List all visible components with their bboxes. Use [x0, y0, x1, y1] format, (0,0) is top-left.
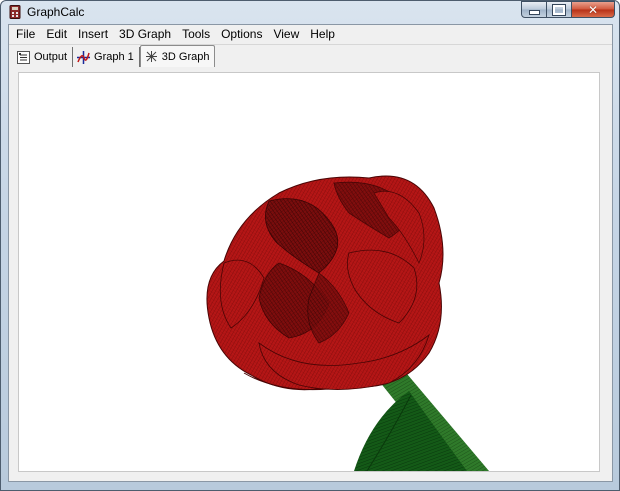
menu-edit[interactable]: Edit: [41, 25, 73, 44]
menu-options[interactable]: Options: [216, 25, 268, 44]
tab-output[interactable]: Output: [13, 47, 74, 67]
output-icon: [17, 50, 30, 64]
minimize-icon: [528, 10, 540, 15]
document-tabs: Output Graph 1 3D Graph: [9, 45, 612, 67]
graphcalc-app-icon: [9, 5, 21, 19]
minimize-button[interactable]: [521, 1, 547, 18]
maximize-icon: [552, 3, 566, 16]
graph-2d-icon: [77, 50, 91, 64]
tab-graph-1-label: Graph 1: [94, 51, 134, 63]
3d-graph-canvas[interactable]: [18, 72, 600, 472]
rose-bloom: [206, 175, 444, 391]
client-area: File Edit Insert 3D Graph Tools Options …: [8, 24, 613, 482]
close-button[interactable]: ✕: [572, 1, 615, 18]
menu-3d-graph[interactable]: 3D Graph: [114, 25, 177, 44]
tab-graph-1[interactable]: Graph 1: [73, 47, 140, 67]
rose-3d-plot: [206, 175, 489, 472]
window-title: GraphCalc: [27, 5, 85, 19]
menu-file[interactable]: File: [11, 25, 41, 44]
tab-3d-graph[interactable]: 3D Graph: [139, 45, 216, 67]
menu-insert[interactable]: Insert: [73, 25, 114, 44]
tab-3d-graph-label: 3D Graph: [161, 50, 210, 63]
window-controls: ✕: [521, 1, 615, 19]
menu-view[interactable]: View: [268, 25, 305, 44]
graph-3d-icon: [145, 50, 158, 63]
app-window: GraphCalc ✕ File Edit Insert 3D Graph To…: [0, 0, 620, 491]
menu-tools[interactable]: Tools: [177, 25, 216, 44]
menu-bar: File Edit Insert 3D Graph Tools Options …: [9, 25, 612, 45]
title-bar[interactable]: GraphCalc ✕: [1, 1, 619, 23]
close-icon: ✕: [587, 2, 599, 17]
menu-help[interactable]: Help: [305, 25, 341, 44]
tab-output-label: Output: [34, 51, 68, 63]
maximize-button[interactable]: [547, 1, 572, 18]
